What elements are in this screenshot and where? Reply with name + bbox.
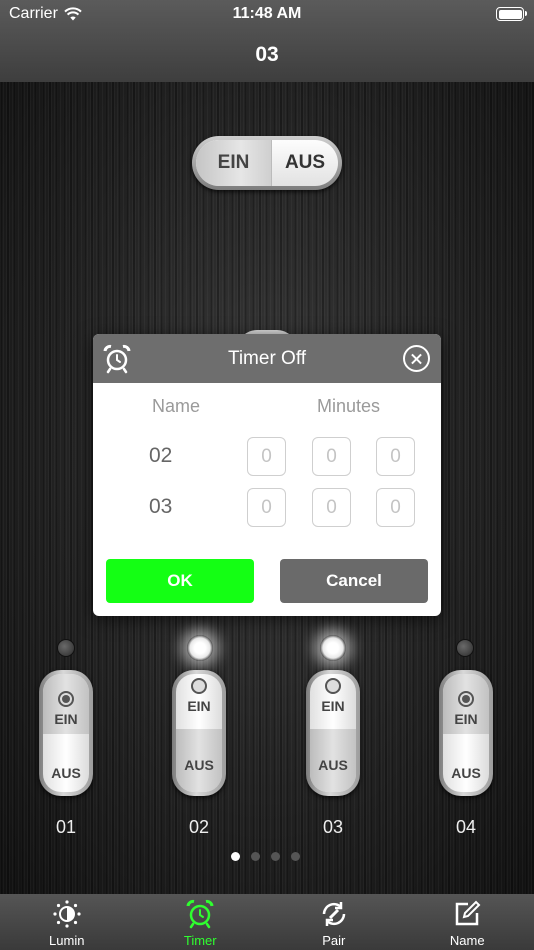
timer-row-name: 02 [149,444,173,467]
switch-off-label: AUS [318,757,348,773]
edit-icon [456,900,481,926]
timer-row-name: 03 [149,495,173,518]
navigation-bar: Carrier 11:48 AM 03 [0,0,534,82]
minute-digit-field[interactable]: 0 [376,437,415,476]
status-bar: Carrier 11:48 AM [0,0,534,30]
ok-button[interactable]: OK [106,559,254,603]
rocker-switch-02[interactable]: EIN AUS [172,670,226,796]
switch-off-label: AUS [184,757,214,773]
page-dot[interactable] [251,852,260,861]
page-dot[interactable] [231,852,240,861]
rocker-switch-04[interactable]: EIN AUS [439,670,493,796]
master-switch[interactable]: EIN AUS [192,136,342,190]
tab-label: Lumin [49,933,85,948]
minute-digit-field[interactable]: 0 [247,488,286,527]
timer-dialog: Timer Off Name Minutes 02 0 0 0 03 0 0 0… [93,334,441,616]
minute-digit-field[interactable]: 0 [376,488,415,527]
clock: 11:48 AM [232,5,302,22]
page-dot[interactable] [271,852,280,861]
minute-digit-field[interactable]: 0 [312,437,351,476]
switch-on-label: EIN [321,698,345,714]
switch-name-label: 04 [455,817,477,837]
status-led-on [187,635,213,661]
switch-on-label: EIN [54,711,78,727]
switch-name-label: 03 [322,817,344,837]
indicator-icon [58,691,74,707]
brightness-icon [53,900,81,928]
switch-name-label: 01 [55,817,77,837]
switch-on-label: EIN [454,711,478,727]
status-led-on [320,635,346,661]
page-title: 03 [255,43,279,66]
minute-digit-field[interactable]: 0 [247,437,286,476]
tab-bar: Lumin Timer Pair Name [0,894,534,950]
close-icon[interactable] [403,345,430,372]
cancel-button[interactable]: Cancel [280,559,428,603]
tab-timer[interactable]: Timer [134,894,268,950]
page-dot[interactable] [291,852,300,861]
indicator-icon [325,678,341,694]
page-indicator[interactable] [231,852,300,861]
battery-icon [496,7,527,21]
switch-off-label: AUS [451,765,481,781]
tab-pair[interactable]: Pair [267,894,401,950]
status-led-off [456,639,474,657]
column-name: Name [152,396,201,416]
tab-label: Name [449,933,485,948]
dialog-header: Timer Off [93,334,441,383]
rocker-switch-01[interactable]: EIN AUS [39,670,93,796]
tab-label: Timer [183,933,217,948]
status-led-off [57,639,75,657]
switch-on-label: EIN [187,698,211,714]
tab-name[interactable]: Name [401,894,534,950]
master-on-label[interactable]: EIN [196,140,272,186]
rocker-switch-03[interactable]: EIN AUS [306,670,360,796]
switch-off-label: AUS [51,765,81,781]
alarm-clock-icon [186,899,214,929]
indicator-icon [458,691,474,707]
tab-label: Pair [322,933,346,948]
dialog-title: Timer Off [227,348,307,369]
column-minutes: Minutes [317,396,381,416]
indicator-icon [191,678,207,694]
tab-lumin[interactable]: Lumin [0,894,134,950]
switch-name-label: 02 [188,817,210,837]
master-off-label[interactable]: AUS [272,152,338,174]
minute-digit-field[interactable]: 0 [312,488,351,527]
pair-refresh-icon [322,902,345,926]
